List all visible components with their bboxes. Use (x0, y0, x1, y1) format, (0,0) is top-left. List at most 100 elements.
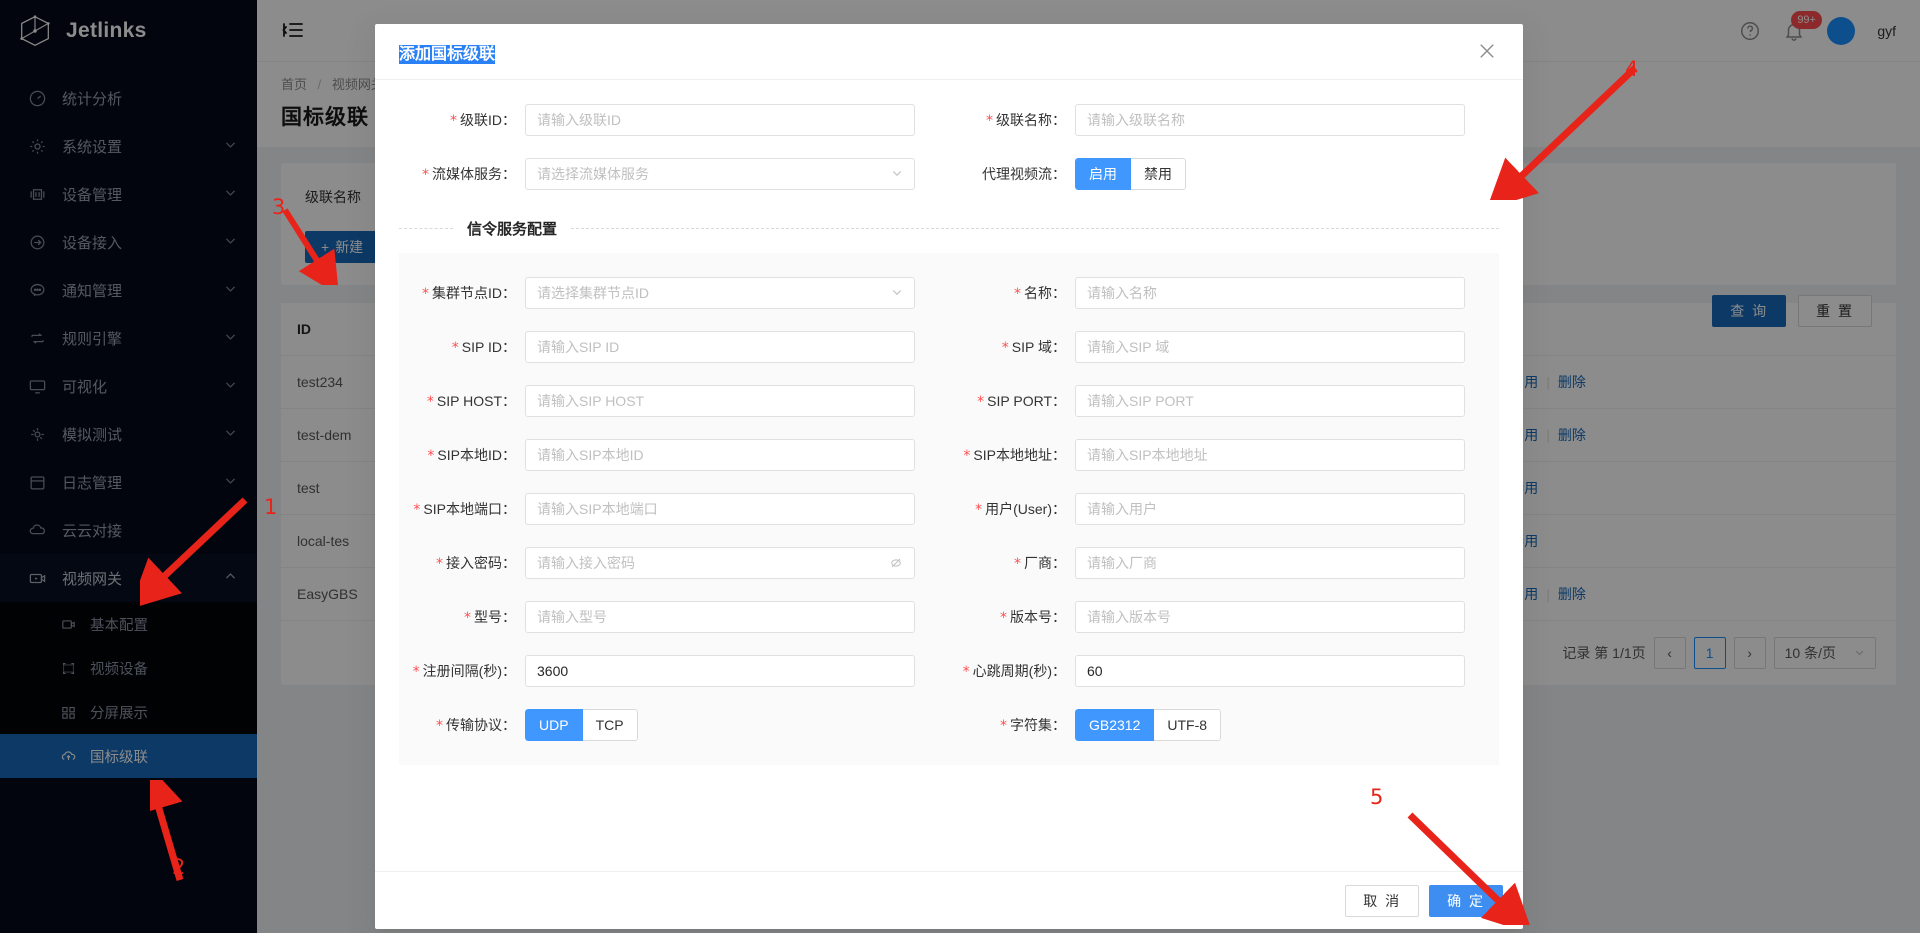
signaling-row-4: *SIP本地ID： *SIP本地地址： (399, 439, 1499, 493)
required-mark: * (413, 664, 420, 680)
field-label-text: 型号 (474, 609, 502, 625)
field-sip-host: *SIP HOST： (399, 385, 949, 439)
sip-domain-input[interactable] (1075, 331, 1465, 363)
cluster-node-id-select[interactable]: 请选择集群节点ID (525, 277, 915, 309)
protocol-tcp-option[interactable]: TCP (582, 709, 638, 741)
access-password-input[interactable] (525, 547, 915, 579)
protocol-udp-option[interactable]: UDP (525, 709, 583, 741)
sip-port-input[interactable] (1075, 385, 1465, 417)
signaling-row-9: *传输协议： UDP TCP *字符集： (399, 709, 1499, 751)
password-wrapper (525, 547, 915, 579)
cancel-button[interactable]: 取 消 (1345, 885, 1419, 917)
field-version: *版本号： (949, 601, 1499, 655)
manufacturer-input[interactable] (1075, 547, 1465, 579)
field-label-text: SIP 域 (1012, 339, 1052, 355)
field-label-text: 级联名称 (996, 112, 1052, 128)
field-label-text: 名称 (1024, 285, 1052, 301)
top-fields-row-2: *流媒体服务： 请选择流媒体服务 代理视频流： (399, 158, 1499, 212)
cascade-id-input[interactable] (525, 104, 915, 136)
field-heartbeat-period: *心跳周期(秒)： (949, 655, 1499, 709)
field-label: *心跳周期(秒)： (949, 661, 1075, 681)
required-mark: * (422, 167, 429, 183)
field-label-text: 级联ID (460, 112, 502, 128)
field-label: *型号： (399, 607, 525, 627)
app-root: Jetlinks 统计分析 系统设置 (0, 0, 1920, 933)
field-label: *名称： (949, 283, 1075, 303)
proxy-enable-option[interactable]: 启用 (1075, 158, 1131, 190)
field-label: *流媒体服务： (399, 164, 525, 184)
field-label: *注册间隔(秒)： (399, 661, 525, 681)
required-mark: * (427, 448, 434, 464)
field-user: *用户(User)： (949, 493, 1499, 547)
name-input[interactable] (1075, 277, 1465, 309)
required-mark: * (986, 113, 993, 129)
field-label: *字符集： (949, 715, 1075, 735)
chevron-down-icon (891, 167, 903, 182)
field-label: *级联名称： (949, 110, 1075, 130)
model-input[interactable] (525, 601, 915, 633)
charset-gb2312-option[interactable]: GB2312 (1075, 709, 1154, 741)
modal-header: 添加国标级联 (375, 24, 1523, 80)
field-label-text: SIP PORT (987, 393, 1052, 409)
chevron-down-icon (891, 286, 903, 301)
field-register-interval: *注册间隔(秒)： (399, 655, 949, 709)
cascade-name-input[interactable] (1075, 104, 1465, 136)
required-mark: * (450, 113, 457, 129)
sip-local-id-input[interactable] (525, 439, 915, 471)
field-label: *集群节点ID： (399, 283, 525, 303)
field-label: *SIP本地地址： (949, 445, 1075, 465)
field-cascade-id: *级联ID： (399, 104, 949, 158)
field-label: *SIP本地ID： (399, 445, 525, 465)
required-mark: * (436, 718, 443, 734)
field-label: *接入密码： (399, 553, 525, 573)
required-mark: * (413, 502, 420, 518)
field-label-text: 厂商 (1024, 555, 1052, 571)
user-input[interactable] (1075, 493, 1465, 525)
sip-host-input[interactable] (525, 385, 915, 417)
sip-id-input[interactable] (525, 331, 915, 363)
signaling-section-title: 信令服务配置 (453, 218, 571, 239)
modal-footer: 取 消 确 定 (375, 871, 1523, 929)
field-label-text: 用户(User) (985, 501, 1052, 517)
field-label: *用户(User)： (949, 499, 1075, 519)
signaling-row-8: *注册间隔(秒)： *心跳周期(秒)： (399, 655, 1499, 709)
sip-local-address-input[interactable] (1075, 439, 1465, 471)
charset-utf8-option[interactable]: UTF-8 (1153, 709, 1221, 741)
required-mark: * (452, 340, 459, 356)
required-mark: * (436, 556, 443, 572)
heartbeat-period-input[interactable] (1075, 655, 1465, 687)
required-mark: * (1002, 340, 1009, 356)
close-icon[interactable] (1477, 41, 1499, 63)
charset-radio-group: GB2312 UTF-8 (1075, 709, 1221, 741)
field-label: *版本号： (949, 607, 1075, 627)
required-mark: * (963, 664, 970, 680)
version-input[interactable] (1075, 601, 1465, 633)
field-sip-local-port: *SIP本地端口： (399, 493, 949, 547)
field-label: *SIP HOST： (399, 391, 525, 411)
required-mark: * (1000, 610, 1007, 626)
required-mark: * (1014, 286, 1021, 302)
eye-invisible-icon[interactable] (888, 555, 904, 576)
field-access-password: *接入密码： (399, 547, 949, 601)
field-label: *厂商： (949, 553, 1075, 573)
sip-local-port-input[interactable] (525, 493, 915, 525)
confirm-button[interactable]: 确 定 (1429, 885, 1503, 917)
field-label: *级联ID： (399, 110, 525, 130)
register-interval-input[interactable] (525, 655, 915, 687)
field-label-text: 代理视频流 (982, 166, 1052, 182)
required-mark: * (975, 502, 982, 518)
required-mark: * (1014, 556, 1021, 572)
media-service-select[interactable]: 请选择流媒体服务 (525, 158, 915, 190)
field-sip-port: *SIP PORT： (949, 385, 1499, 439)
signaling-row-5: *SIP本地端口： *用户(User)： (399, 493, 1499, 547)
signaling-row-3: *SIP HOST： *SIP PORT： (399, 385, 1499, 439)
proxy-disable-option[interactable]: 禁用 (1130, 158, 1186, 190)
field-manufacturer: *厂商： (949, 547, 1499, 601)
field-label-text: 接入密码 (446, 555, 502, 571)
field-label-text: SIP ID (462, 339, 502, 355)
required-mark: * (464, 610, 471, 626)
field-sip-local-address: *SIP本地地址： (949, 439, 1499, 493)
add-gb-cascade-modal: 添加国标级联 *级联ID： *级联名称 (375, 24, 1523, 929)
field-sip-local-id: *SIP本地ID： (399, 439, 949, 493)
field-label-text: 注册间隔(秒) (423, 663, 502, 679)
